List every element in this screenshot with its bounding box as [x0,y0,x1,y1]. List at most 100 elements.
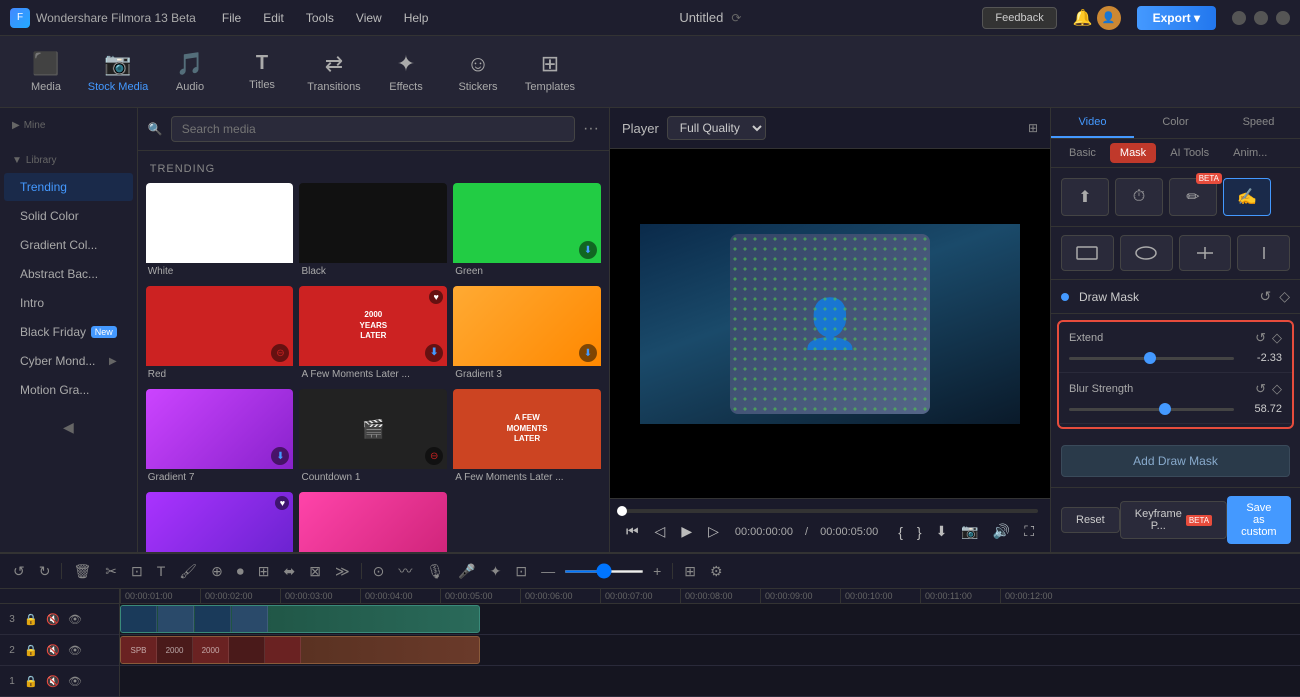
quality-select[interactable]: Full Quality 1/2 1/4 [667,116,766,140]
settings-button[interactable]: ⚙ [705,560,728,583]
toolbar-stock-media[interactable]: 📷 Stock Media [82,36,154,108]
sidebar-item-black-friday[interactable]: Black Friday New [4,318,133,346]
transition-add-button[interactable]: ⊞ [253,560,275,583]
toolbar-titles[interactable]: T Titles [226,36,298,108]
mask-draw-btn[interactable]: ✍ [1223,178,1271,216]
sidebar-item-motion-gra[interactable]: Motion Gra... [4,376,133,404]
reset-mask-icon[interactable]: ↺ [1259,288,1271,305]
extend-diamond-icon[interactable]: ◇ [1272,330,1282,346]
media-item-afm[interactable]: 2000YEARSLATER ♥ ⬇ A Few Moments Later .… [299,286,447,383]
sidebar-item-cyber-monday[interactable]: Cyber Mond... ▶ [4,347,133,375]
wave-button[interactable]: 〰 [393,558,417,584]
user-avatar[interactable]: 👤 [1097,6,1121,30]
delete-clip-button[interactable]: 🗑 [68,560,96,583]
toolbar-media[interactable]: ⬛ Media [10,36,82,108]
sidebar-library-toggle[interactable]: ▼ Library [0,149,137,172]
skip-back-button[interactable]: ⏮ [622,521,643,542]
track-lock-btn-1[interactable]: 🔒 [22,672,40,690]
menu-file[interactable]: File [212,7,251,29]
sidebar-item-solid-color[interactable]: Solid Color [4,202,133,230]
gap-button[interactable]: ⬌ [279,560,301,583]
zoom-plus-button[interactable]: + [648,560,666,582]
blur-reset-icon[interactable]: ↺ [1255,381,1266,397]
track-visible-btn-1[interactable]: 👁 [66,672,84,690]
toolbar-stickers[interactable]: ☺ Stickers [442,36,514,108]
export-button[interactable]: Export ▾ [1137,6,1216,30]
media-item-white[interactable]: White [146,183,294,280]
toolbar-transitions[interactable]: ⇄ Transitions [298,36,370,108]
subtab-mask[interactable]: Mask [1110,143,1156,163]
media-item-purple[interactable]: ♥ [146,492,294,552]
rect-shape-btn[interactable] [1061,235,1114,271]
subtab-basic[interactable]: Basic [1059,143,1106,163]
minimize-button[interactable] [1232,11,1246,25]
sidebar-item-intro[interactable]: Intro [4,289,133,317]
keyframe-button[interactable]: Keyframe P... BETA [1120,501,1227,539]
mask-pen-btn[interactable]: BETA ✏ [1169,178,1217,216]
menu-view[interactable]: View [346,7,392,29]
blur-strength-slider[interactable] [1069,408,1234,411]
fullscreen-button[interactable]: ⛶ [1020,521,1038,542]
mask-import-btn[interactable]: ⬆ [1061,178,1109,216]
track-lock-btn-2[interactable]: 🔒 [22,641,40,659]
media-item-gradient7[interactable]: ⬇ Gradient 7 [146,389,294,486]
timeline-ruler[interactable]: 00:00:01:00 00:00:02:00 00:00:03:00 00:0… [120,589,1300,604]
mark-in-button[interactable]: { [894,522,907,542]
mark-out-button[interactable]: } [913,522,926,542]
aspect-ratio-icon[interactable]: ⊞ [1028,121,1038,135]
notifications-icon[interactable]: 🔔 [1073,8,1093,28]
layout-button[interactable]: ⊞ [679,560,701,583]
mask-circle-btn[interactable]: ⏱ [1115,178,1163,216]
zoom-minus-button[interactable]: — [536,560,560,582]
more-options-btn[interactable]: ··· [583,120,599,138]
diamond-mask-icon[interactable]: ◇ [1279,288,1290,305]
extend-reset-icon[interactable]: ↺ [1255,330,1266,346]
insert-button[interactable]: ⬇ [932,521,952,542]
track-visible-btn-3[interactable]: 👁 [66,610,84,628]
line-shape-btn[interactable] [1179,235,1232,271]
track-mute-btn-2[interactable]: 🔇 [44,641,62,659]
media-item-green[interactable]: ⬇ Green [453,183,601,280]
reset-button[interactable]: Reset [1061,507,1120,533]
audio-button[interactable]: 🎙 [421,560,449,583]
frame-forward-button[interactable]: ▷ [704,521,723,542]
add-draw-mask-button[interactable]: Add Draw Mask [1061,445,1290,477]
cut-button[interactable]: ✂ [100,560,122,583]
menu-tools[interactable]: Tools [296,7,344,29]
sidebar-item-gradient-color[interactable]: Gradient Col... [4,231,133,259]
search-input[interactable] [171,116,575,142]
media-item-gradient3[interactable]: ⬇ Gradient 3 [453,286,601,383]
menu-edit[interactable]: Edit [253,7,294,29]
blur-diamond-icon[interactable]: ◇ [1272,381,1282,397]
sidebar-mine-toggle[interactable]: ▶ Mine [0,114,137,137]
text-button[interactable]: T [152,560,171,582]
subtab-ai-tools[interactable]: AI Tools [1160,143,1219,163]
play-head-button[interactable]: ⊙ [368,560,390,583]
ellipse-shape-btn[interactable] [1120,235,1173,271]
tab-video[interactable]: Video [1051,108,1134,138]
track-mute-btn-3[interactable]: 🔇 [44,610,62,628]
menu-help[interactable]: Help [394,7,439,29]
maximize-button[interactable] [1254,11,1268,25]
toolbar-templates[interactable]: ⊞ Templates [514,36,586,108]
media-item-black[interactable]: Black [299,183,447,280]
snapping-button[interactable]: ⊠ [304,560,326,583]
track-mute-btn-1[interactable]: 🔇 [44,672,62,690]
track-clip-video[interactable] [120,605,480,633]
undo-button[interactable]: ↺ [8,560,30,583]
timeline-scrubber[interactable] [622,509,1038,513]
voice-button[interactable]: 🎤 [453,560,480,583]
tab-color[interactable]: Color [1134,108,1217,138]
close-button[interactable] [1276,11,1290,25]
media-item-afm2[interactable]: A FEWMOMENTSLATER A Few Moments Later ..… [453,389,601,486]
media-item-pink[interactable] [299,492,447,552]
sidebar-item-abstract-bg[interactable]: Abstract Bac... [4,260,133,288]
feedback-button[interactable]: Feedback [982,7,1056,29]
subtitle-button[interactable]: ⊡ [510,560,532,583]
subtab-anim[interactable]: Anim... [1223,143,1277,163]
track-lock-btn-3[interactable]: 🔒 [22,610,40,628]
record-button[interactable]: ⏺ [232,560,249,583]
effects-add-button[interactable]: ✦ [485,560,507,583]
snapshot-button[interactable]: 📷 [957,521,982,542]
crop-button[interactable]: ⊡ [126,560,148,583]
